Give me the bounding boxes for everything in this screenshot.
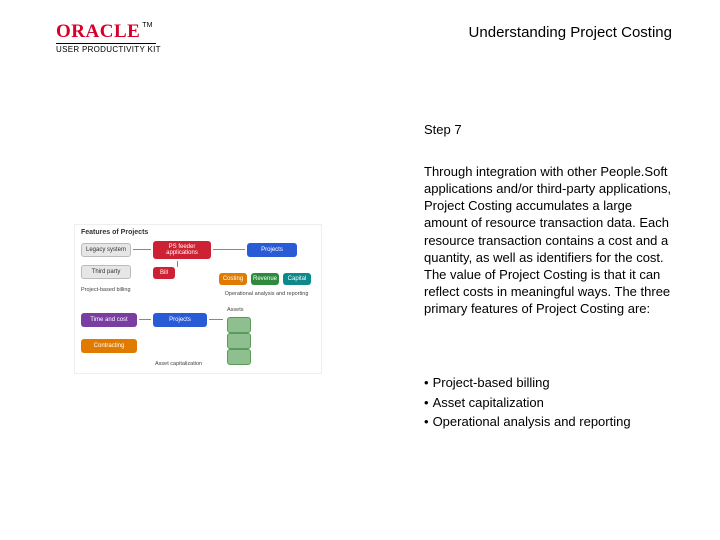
box-capital: Capital <box>283 273 311 285</box>
arrow-1 <box>133 249 151 250</box>
box-projects: Projects <box>247 243 297 257</box>
bullet-2-text: Asset capitalization <box>433 393 544 413</box>
arrow-3 <box>177 261 178 267</box>
box-feeders: PS feeder applications <box>153 241 211 259</box>
brand-name: ORACLE <box>56 21 140 42</box>
feature-bullets: •Project-based billing •Asset capitaliza… <box>424 373 631 432</box>
features-diagram: Features of Projects Legacy system PS fe… <box>74 224 322 374</box>
lbl-oar: Operational analysis and reporting <box>219 291 314 297</box>
bullet-2: •Asset capitalization <box>424 393 631 413</box>
brand-logo: ORACLETM USER PRODUCTIVITY KIT <box>56 22 176 54</box>
cyl-3 <box>227 349 251 365</box>
diagram-caption: Features of Projects <box>81 229 148 236</box>
document-title: Understanding Project Costing <box>469 24 672 41</box>
brand-name-row: ORACLETM <box>56 22 176 42</box>
brand-product-line: USER PRODUCTIVITY KIT <box>56 45 176 54</box>
body-paragraph: Through integration with other People.So… <box>424 163 674 317</box>
box-projects2: Projects <box>153 313 207 327</box>
cyl-1 <box>227 317 251 333</box>
box-costing: Costing <box>219 273 247 285</box>
box-legacy: Legacy system <box>81 243 131 257</box>
arrow-2 <box>213 249 245 250</box>
cyl-2 <box>227 333 251 349</box>
step-label: Step 7 <box>424 122 462 137</box>
box-timecost: Time and cost <box>81 313 137 327</box>
lbl-acap: Asset capitalization <box>155 361 202 367</box>
page-root: ORACLETM USER PRODUCTIVITY KIT Understan… <box>0 0 720 540</box>
box-bill: Bill <box>153 267 175 279</box>
bullet-3: •Operational analysis and reporting <box>424 412 631 432</box>
bullet-marker: • <box>424 412 429 432</box>
brand-divider <box>56 43 156 44</box>
brand-tm: TM <box>142 22 152 29</box>
bullet-1: •Project-based billing <box>424 373 631 393</box>
arrow-5 <box>209 319 223 320</box>
lbl-pbb: Project-based billing <box>81 287 131 293</box>
arrow-4 <box>139 319 151 320</box>
box-revenue: Revenue <box>251 273 279 285</box>
box-third: Third party <box>81 265 131 279</box>
lbl-assets: Assets <box>227 307 244 313</box>
bullet-3-text: Operational analysis and reporting <box>433 412 631 432</box>
bullet-1-text: Project-based billing <box>433 373 550 393</box>
bullet-marker: • <box>424 373 429 393</box>
bullet-marker: • <box>424 393 429 413</box>
box-contracting: Contracting <box>81 339 137 353</box>
